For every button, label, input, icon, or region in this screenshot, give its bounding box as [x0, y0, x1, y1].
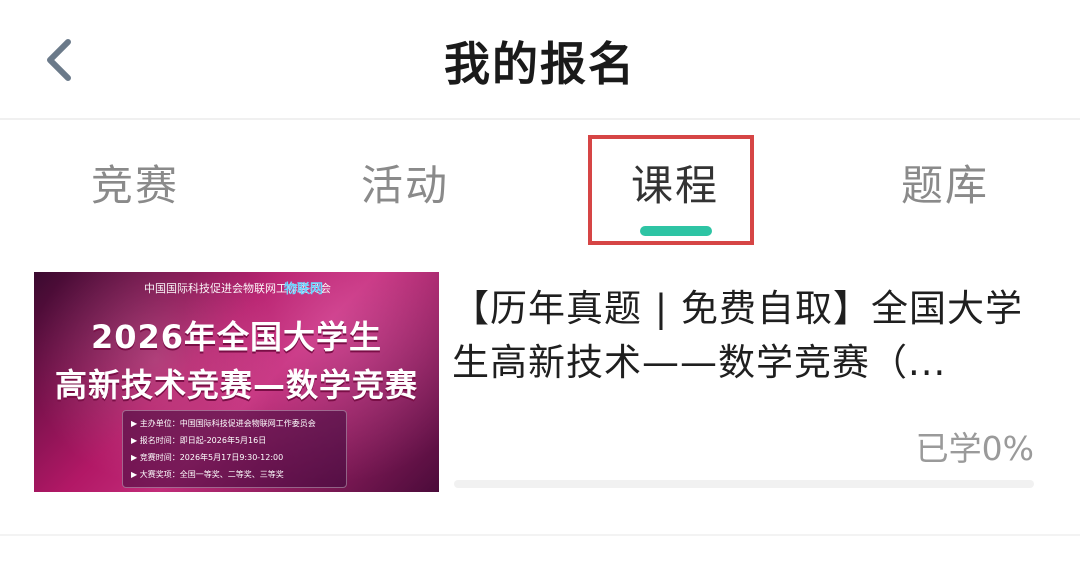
course-thumbnail: 中国国际科技促进会物联网工作委员会 物联网 2026年全国大学生 高新技术竞赛—… [34, 272, 439, 492]
page-title: 我的报名 [444, 37, 636, 91]
thumbnail-info-line: ▶ 竞赛时间：2026年5月17日9:30-12:00 [131, 453, 284, 462]
course-card[interactable]: 中国国际科技促进会物联网工作委员会 物联网 2026年全国大学生 高新技术竞赛—… [34, 272, 1046, 492]
tab-competition[interactable]: 竞赛 [45, 152, 225, 213]
header-bar: 我的报名 [0, 0, 1080, 120]
thumbnail-badge: 物联网 [284, 282, 324, 297]
thumbnail-headline-1: 2026年全国大学生 [90, 318, 383, 356]
tab-question-bank[interactable]: 题库 [855, 152, 1035, 213]
thumbnail-headline-2: 高新技术竞赛—数学竞赛 [54, 366, 418, 404]
tab-bar: 竞赛 活动 课程 题库 [0, 120, 1080, 238]
thumbnail-info-line: ▶ 报名时间：即日起-2026年5月16日 [131, 436, 267, 445]
progress-bar [454, 480, 1034, 488]
course-title[interactable]: 【历年真题 | 免费自取】全国大学生高新技术——数学竞赛（... [452, 282, 1027, 390]
thumbnail-info-line: ▶ 大赛奖项：全国一等奖、二等奖、三等奖 [131, 470, 284, 479]
divider [0, 534, 1080, 536]
progress-label: 已学0% [915, 429, 1034, 468]
thumbnail-info-box: ▶ 主办单位：中国国际科技促进会物联网工作委员会 ▶ 报名时间：即日起-2026… [122, 410, 347, 488]
thumbnail-info-line: ▶ 主办单位：中国国际科技促进会物联网工作委员会 [131, 419, 316, 428]
tab-activity[interactable]: 活动 [315, 152, 495, 213]
highlight-box [588, 135, 754, 245]
